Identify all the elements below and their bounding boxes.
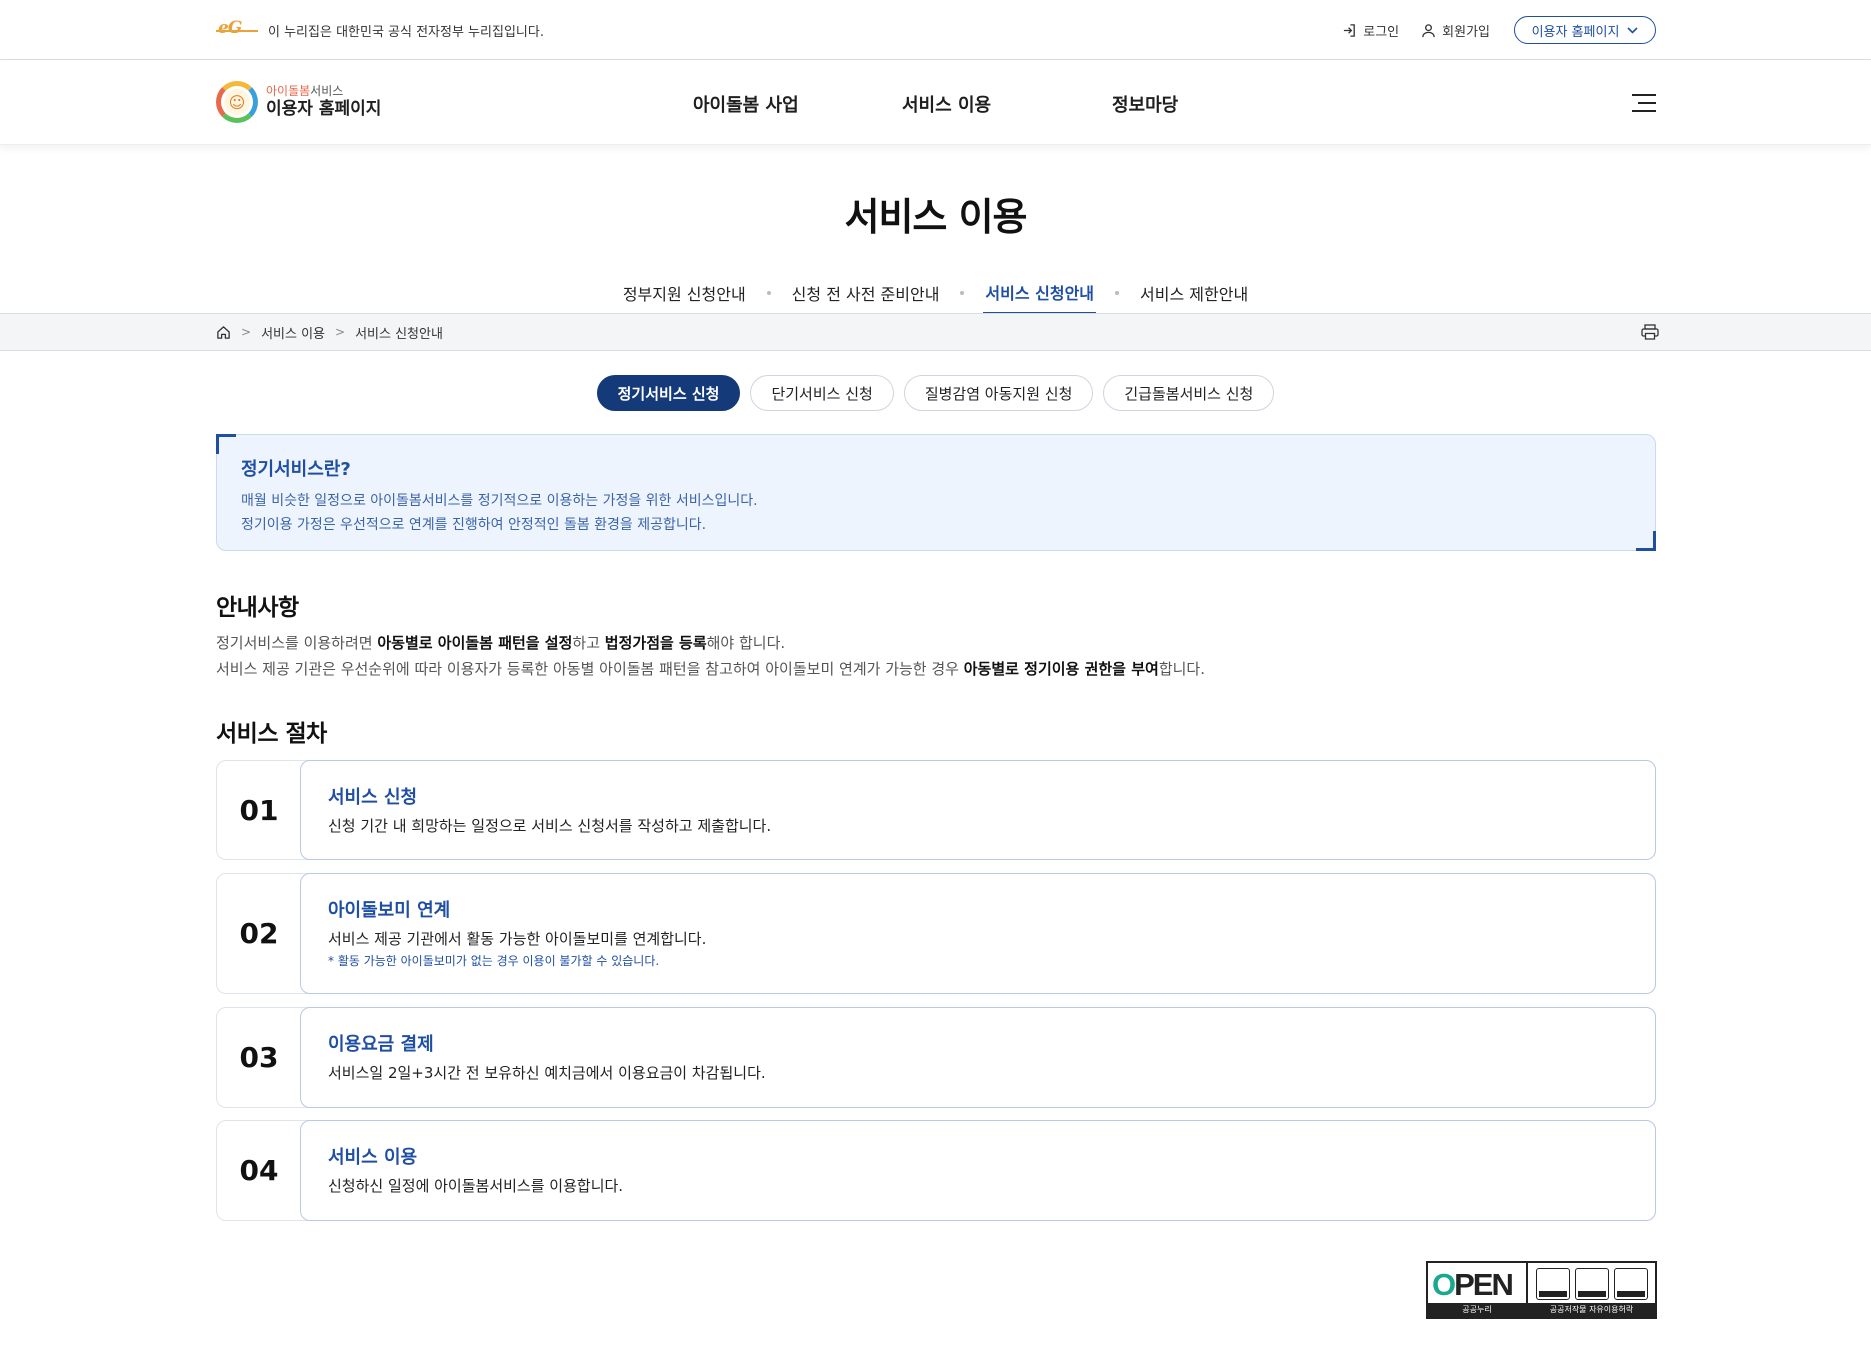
tab-service-application[interactable]: 서비스 신청안내 xyxy=(983,280,1097,314)
step-title: 서비스 이용 xyxy=(328,1147,418,1168)
gov-banner: eG 이 누리집은 대한민국 공식 전자정부 누리집입니다. 로그인 회원가입 … xyxy=(0,0,1871,60)
step-number: 01 xyxy=(239,793,279,827)
kogl-open-logo: OPEN 공공누리 xyxy=(1428,1263,1528,1317)
breadcrumb-bar: > 서비스 이용 > 서비스 신청안내 xyxy=(0,313,1871,351)
procedure-heading: 서비스 절차 xyxy=(216,721,327,747)
step-number: 03 xyxy=(239,1041,279,1074)
noncommercial-icon xyxy=(1575,1268,1609,1300)
corner-bracket-icon xyxy=(1636,531,1656,551)
tab-separator xyxy=(960,291,965,295)
step-title: 이용요금 결제 xyxy=(328,1034,434,1055)
tab-separator xyxy=(766,291,771,295)
hamburger-menu-icon[interactable] xyxy=(1632,93,1656,113)
chevron-right-icon: > xyxy=(241,325,252,339)
regular-service-info-box: 정기서비스란? 매월 비슷한 일정으로 아이돌봄서비스를 정기적으로 이용하는 … xyxy=(216,434,1656,551)
logo-smile-icon: ☺ xyxy=(216,81,258,123)
pill-short-term-service[interactable]: 단기서비스 신청 xyxy=(750,375,894,411)
nav-childcare-business[interactable]: 아이돌봄 사업 xyxy=(693,91,799,117)
gov-banner-text: 이 누리집은 대한민국 공식 전자정부 누리집입니다. xyxy=(268,24,544,40)
breadcrumb-current[interactable]: 서비스 신청안내 xyxy=(355,323,443,342)
logo-small-accent: 아이돌봄 xyxy=(266,83,311,98)
info-box-line: 매월 비슷한 일정으로 아이돌봄서비스를 정기적으로 이용하는 가정을 위한 서… xyxy=(241,493,758,509)
step-number: 04 xyxy=(239,1154,279,1187)
info-box-line: 정기이용 가정은 우선적으로 연계를 진행하여 안정적인 돌봄 환경을 제공합니… xyxy=(241,517,707,533)
chevron-right-icon: > xyxy=(335,325,346,339)
site-select-dropdown[interactable]: 이용자 홈페이지 xyxy=(1514,16,1656,44)
user-icon xyxy=(1422,23,1435,37)
step-note: * 활동 가능한 아이돌보미가 없는 경우 이용이 불가할 수 있습니다. xyxy=(328,954,660,968)
service-type-tabs: 정기서비스 신청 단기서비스 신청 질병감염 아동지원 신청 긴급돌봄서비스 신… xyxy=(0,375,1871,411)
nav-info-square[interactable]: 정보마당 xyxy=(1112,91,1178,117)
tab-preparation[interactable]: 신청 전 사전 준비안내 xyxy=(790,281,942,313)
logo-small-rest: 서비스 xyxy=(310,83,344,98)
home-icon[interactable] xyxy=(216,325,231,340)
notice-line: 정기서비스를 이용하려면 아동별로 아이돌봄 패턴을 설정하고 법정가점을 등록… xyxy=(216,634,786,652)
pill-regular-service[interactable]: 정기서비스 신청 xyxy=(596,375,741,411)
page-title: 서비스 이용 xyxy=(844,195,1027,239)
notice-heading: 안내사항 xyxy=(216,595,299,621)
pill-emergency-care[interactable]: 긴급돌봄서비스 신청 xyxy=(1103,375,1275,411)
pill-sick-child-support[interactable]: 질병감염 아동지원 신청 xyxy=(903,375,1094,411)
step-description: 서비스일 2일+3시간 전 보유하신 예치금에서 이용요금이 차감됩니다. xyxy=(328,1064,766,1082)
step-number: 02 xyxy=(239,917,279,950)
info-box-title: 정기서비스란? xyxy=(241,459,351,480)
no-derivatives-icon xyxy=(1614,1268,1648,1300)
tab-separator xyxy=(1115,291,1120,295)
login-label: 로그인 xyxy=(1363,24,1400,40)
breadcrumb: > 서비스 이용 > 서비스 신청안내 xyxy=(216,314,443,350)
notice-text: 정기서비스를 이용하려면 아동별로 아이돌봄 패턴을 설정하고 법정가점을 등록… xyxy=(216,630,1205,682)
tab-service-restriction[interactable]: 서비스 제한안내 xyxy=(1138,281,1250,313)
procedure-step: 02 아이돌보미 연계 서비스 제공 기관에서 활동 가능한 아이돌보미를 연계… xyxy=(216,873,1656,994)
step-title: 아이돌보미 연계 xyxy=(328,900,451,921)
site-select-value: 이용자 홈페이지 xyxy=(1531,24,1620,40)
step-description: 서비스 제공 기관에서 활동 가능한 아이돌보미를 연계합니다. xyxy=(328,930,707,948)
attribution-icon xyxy=(1536,1268,1570,1300)
notice-line: 서비스 제공 기관은 우선순위에 따라 이용자가 등록한 아동별 아이돌봄 패턴… xyxy=(216,660,1205,678)
procedure-step: 01 서비스 신청 신청 기간 내 희망하는 일정으로 서비스 신청서를 작성하… xyxy=(216,760,1656,860)
site-header: ☺ 아이돌봄서비스 이용자 홈페이지 아이돌봄 사업 서비스 이용 정보마당 xyxy=(0,61,1871,145)
kogl-open-label: 공공누리 xyxy=(1428,1303,1526,1317)
login-icon xyxy=(1344,23,1356,37)
kogl-marks-label: 공공저작물 자유이용허락 xyxy=(1528,1303,1655,1317)
sub-tabs: 정부지원 신청안내 신청 전 사전 준비안내 서비스 신청안내 서비스 제한안내 xyxy=(0,280,1871,314)
procedure-step: 03 이용요금 결제 서비스일 2일+3시간 전 보유하신 예치금에서 이용요금… xyxy=(216,1007,1656,1108)
site-logo[interactable]: ☺ 아이돌봄서비스 이용자 홈페이지 xyxy=(216,81,381,123)
corner-bracket-icon xyxy=(216,434,236,454)
chevron-down-icon xyxy=(1627,26,1638,34)
procedure-step: 04 서비스 이용 신청하신 일정에 아이돌봄서비스를 이용합니다. xyxy=(216,1120,1656,1221)
open-license-badge[interactable]: OPEN 공공누리 공공저작물 자유이용허락 xyxy=(1426,1261,1657,1319)
step-title: 서비스 신청 xyxy=(328,787,418,808)
logo-title: 이용자 홈페이지 xyxy=(266,98,382,119)
print-icon[interactable] xyxy=(1641,324,1659,340)
step-description: 신청하신 일정에 아이돌봄서비스를 이용합니다. xyxy=(328,1177,624,1195)
step-description: 신청 기간 내 희망하는 일정으로 서비스 신청서를 작성하고 제출합니다. xyxy=(328,817,772,835)
login-link[interactable]: 로그인 xyxy=(1342,21,1399,40)
signup-label: 회원가입 xyxy=(1442,24,1490,40)
tab-gov-support[interactable]: 정부지원 신청안내 xyxy=(621,281,748,313)
egov-logo-icon: eG xyxy=(216,18,258,40)
nav-service-use[interactable]: 서비스 이용 xyxy=(902,91,991,117)
breadcrumb-service-use[interactable]: 서비스 이용 xyxy=(261,323,325,342)
signup-link[interactable]: 회원가입 xyxy=(1421,21,1490,40)
